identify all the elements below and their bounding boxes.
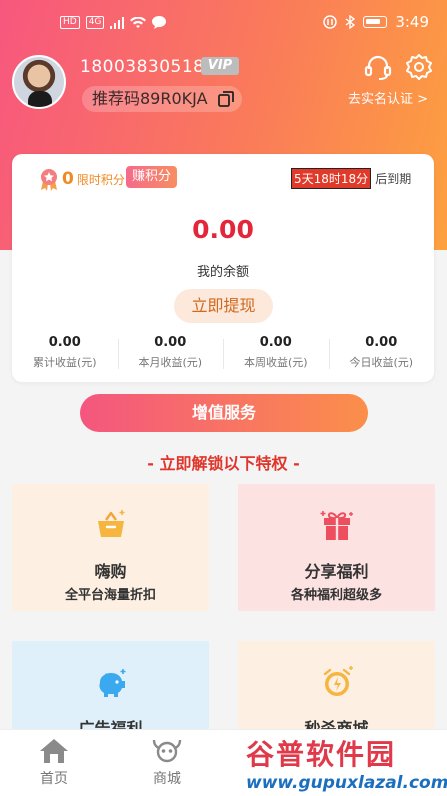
bluetooth-icon bbox=[345, 15, 356, 29]
stat-month: 0.00 本月收益(元) bbox=[117, 335, 224, 375]
tile-title: 分享福利 bbox=[304, 562, 369, 581]
stat-total: 0.00 累计收益(元) bbox=[12, 335, 118, 375]
points-value: 0 bbox=[62, 169, 74, 189]
withdraw-button[interactable]: 立即提现 bbox=[174, 289, 273, 323]
expiry-countdown: 5天18时18分 bbox=[291, 168, 372, 189]
tile-shopping[interactable]: 嗨购 全平台海量折扣 bbox=[12, 484, 209, 611]
gift-icon bbox=[320, 511, 353, 540]
tab-home-label: 首页 bbox=[40, 771, 68, 787]
signal-icon bbox=[110, 16, 125, 29]
stat-label: 本月收益(元) bbox=[138, 356, 203, 369]
wifi-icon bbox=[130, 16, 147, 28]
tab-home[interactable]: 首页 bbox=[19, 738, 89, 788]
status-right: 3:49 bbox=[323, 13, 429, 31]
vip-badge: VIP bbox=[201, 57, 239, 75]
wallet-card: 0 限时积分 赚积分 5天18时18分 后到期 0.00 我的余额 立即提现 0… bbox=[12, 154, 434, 382]
mall-icon bbox=[152, 739, 182, 763]
expiry-suffix: 后到期 bbox=[375, 172, 412, 186]
watermark: 谷普软件园 www.gupuxlazal.com bbox=[246, 733, 447, 795]
points-label: 限时积分 bbox=[76, 172, 125, 187]
value-added-service-button[interactable]: 增值服务 bbox=[80, 394, 368, 432]
earn-points-button[interactable]: 赚积分 bbox=[126, 166, 178, 188]
stat-week: 0.00 本周收益(元) bbox=[223, 335, 329, 375]
tile-flash-sale[interactable]: 秒杀商城 bbox=[238, 641, 435, 741]
tile-subtitle: 各种福利超级多 bbox=[290, 588, 382, 603]
earnings-stats: 0.00 累计收益(元) 0.00 本月收益(元) 0.00 本周收益(元) 0… bbox=[12, 335, 434, 375]
status-bar: HD 4G 3:49 bbox=[0, 0, 447, 44]
stat-value: 0.00 bbox=[259, 335, 292, 350]
tile-ad-benefits[interactable]: 广告福利 bbox=[12, 641, 209, 741]
tab-mall[interactable]: 商城 bbox=[132, 738, 202, 788]
balance-amount: 0.00 bbox=[192, 215, 254, 244]
referral-code[interactable]: 推荐码89R0KJA bbox=[82, 86, 242, 112]
network-indicator: 4G bbox=[85, 16, 105, 29]
watermark-url: www.gupuxlazal.com bbox=[246, 773, 447, 793]
hd-indicator: HD bbox=[60, 16, 80, 29]
balance-label: 我的余额 bbox=[196, 265, 249, 280]
points-expiry: 5天18时18分 后到期 bbox=[291, 168, 411, 189]
stat-value: 0.00 bbox=[48, 335, 81, 350]
referral-code-text: 推荐码89R0KJA bbox=[92, 89, 208, 108]
stat-label: 今日收益(元) bbox=[349, 356, 414, 369]
tile-title: 嗨购 bbox=[94, 562, 127, 581]
piggy-bank-icon bbox=[99, 669, 126, 697]
user-phone: 18003830518 bbox=[80, 57, 205, 77]
unlock-privileges-heading: - 立即解锁以下特权 - bbox=[147, 454, 300, 473]
stat-label: 累计收益(元) bbox=[32, 356, 97, 369]
watermark-title: 谷普软件园 bbox=[246, 738, 397, 771]
alarm-clock-icon bbox=[323, 666, 353, 696]
points-block: 0 限时积分 bbox=[37, 167, 125, 191]
realname-verify-link[interactable]: 去实名认证 > bbox=[348, 88, 428, 107]
gear-icon[interactable] bbox=[405, 53, 433, 81]
stat-today: 0.00 今日收益(元) bbox=[328, 335, 435, 375]
avatar[interactable] bbox=[12, 55, 66, 109]
battery-icon bbox=[363, 16, 388, 28]
chat-icon bbox=[152, 16, 167, 29]
stat-value: 0.00 bbox=[365, 335, 398, 350]
stat-label: 本周收益(元) bbox=[243, 356, 308, 369]
tile-subtitle: 全平台海量折扣 bbox=[64, 588, 156, 603]
tile-share-benefits[interactable]: 分享福利 各种福利超级多 bbox=[238, 484, 435, 611]
stat-value: 0.00 bbox=[154, 335, 187, 350]
clock-time: 3:49 bbox=[395, 13, 429, 31]
basket-icon bbox=[98, 510, 125, 537]
tab-mall-label: 商城 bbox=[153, 771, 181, 787]
home-icon bbox=[40, 739, 68, 763]
medal-icon bbox=[41, 169, 57, 191]
status-left: HD 4G bbox=[60, 16, 167, 29]
customer-service-icon[interactable] bbox=[364, 53, 392, 81]
copy-icon[interactable] bbox=[217, 91, 234, 107]
vibrate-icon bbox=[323, 15, 338, 29]
